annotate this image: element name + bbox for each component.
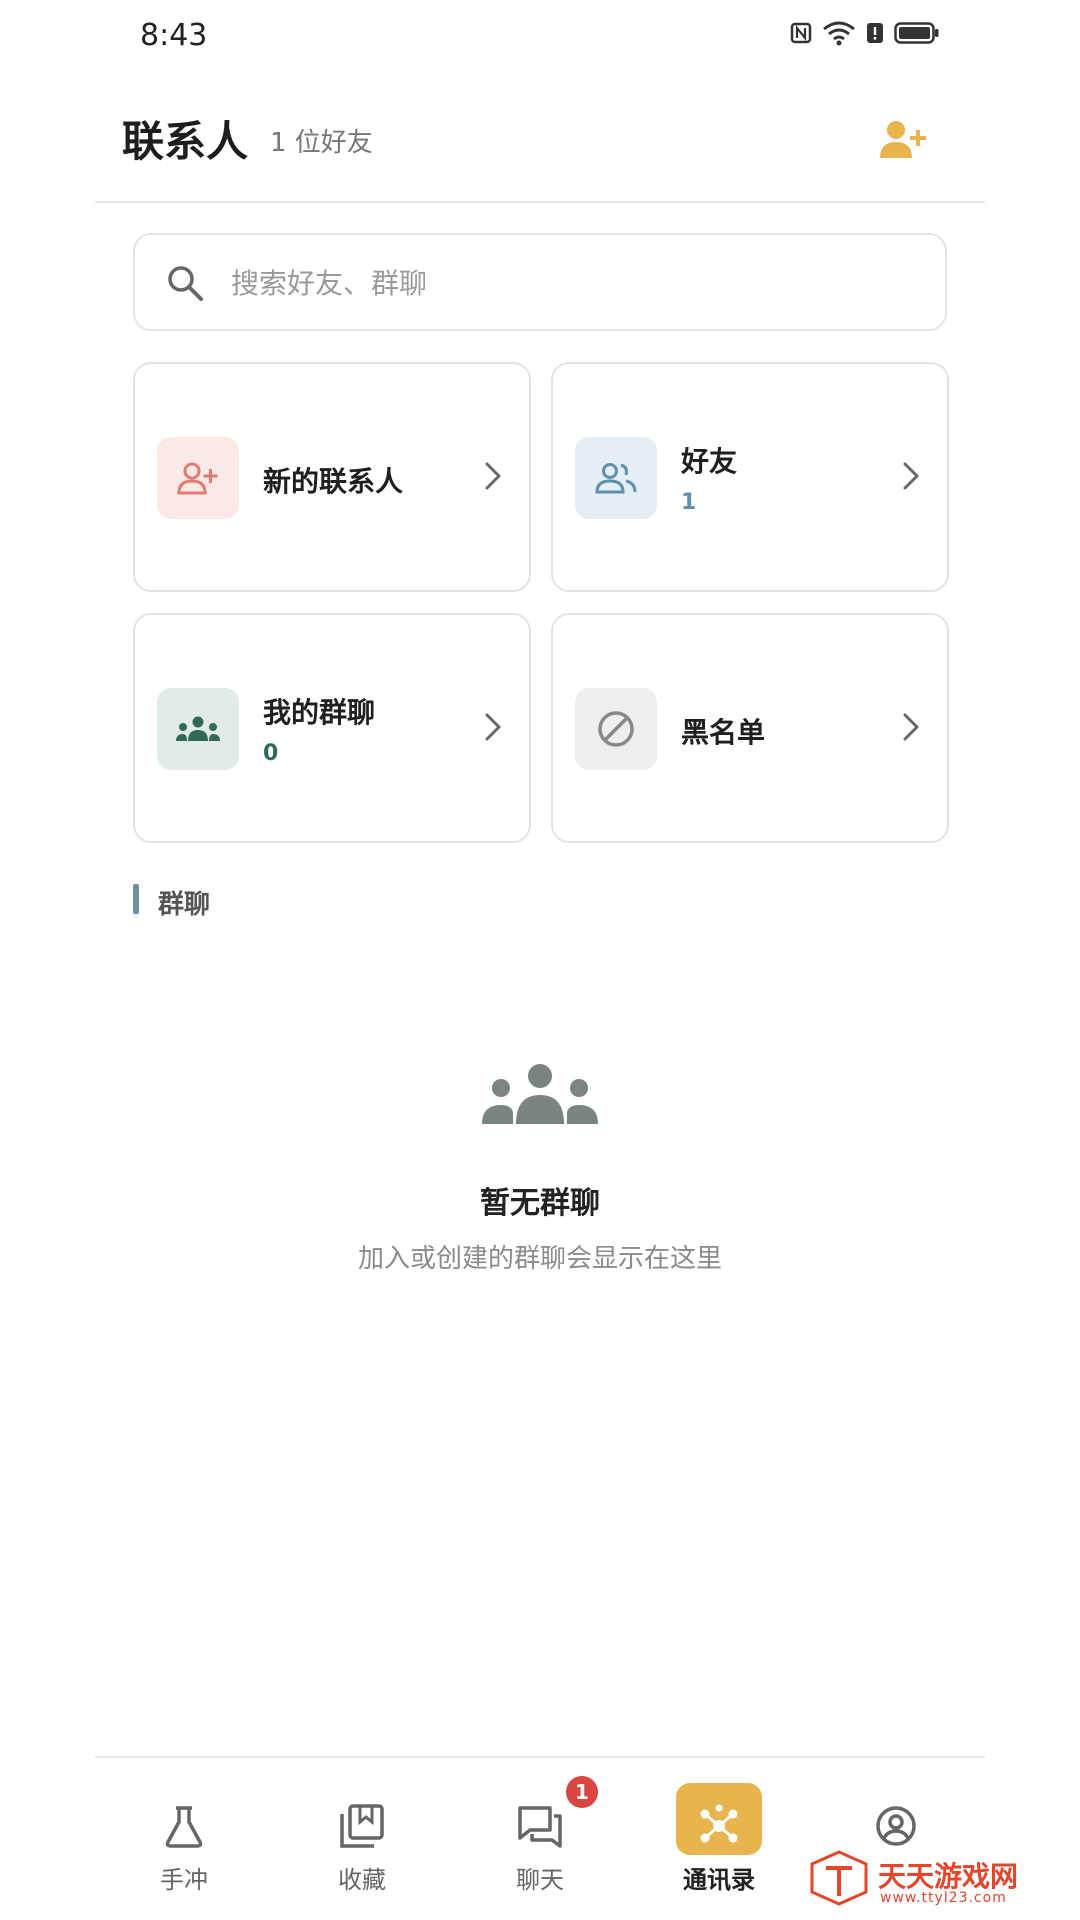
- people-icon: [595, 463, 637, 494]
- nav-label: 收藏: [338, 1866, 386, 1894]
- empty-state-title: 暂无群聊: [480, 1186, 600, 1221]
- friends-card[interactable]: 好友 1: [551, 362, 949, 592]
- bookmark-icon: [340, 1804, 384, 1848]
- page-title: 联系人: [122, 117, 249, 166]
- nav-item-pourover[interactable]: 手冲: [124, 1780, 244, 1900]
- nav-label: 手冲: [160, 1866, 208, 1894]
- person-add-icon: [177, 462, 218, 495]
- add-friend-button[interactable]: [878, 118, 930, 162]
- group-icon: [482, 1064, 598, 1124]
- status-icons: [790, 20, 940, 46]
- search-icon: [168, 266, 203, 301]
- nav-item-favorites[interactable]: 收藏: [302, 1780, 422, 1900]
- friends-label: 好友: [681, 445, 738, 478]
- friends-icon-box: [575, 437, 657, 519]
- friends-count: 1: [681, 490, 697, 515]
- my-groups-icon-box: [157, 688, 239, 770]
- block-icon: [598, 711, 634, 747]
- blacklist-label: 黑名单: [681, 716, 766, 749]
- my-groups-count: 0: [263, 741, 279, 766]
- flask-icon: [165, 1806, 203, 1848]
- blacklist-card[interactable]: 黑名单: [551, 613, 949, 843]
- profile-icon: [876, 1806, 916, 1846]
- person-add-icon: [880, 121, 926, 158]
- nav-item-contacts[interactable]: 通讯录: [659, 1780, 779, 1900]
- network-icon: [700, 1804, 738, 1843]
- search-box[interactable]: [133, 233, 947, 331]
- my-groups-label: 我的群聊: [263, 696, 376, 729]
- chevron-right-icon: [903, 713, 919, 741]
- new-contacts-card[interactable]: 新的联系人: [133, 362, 531, 592]
- chevron-right-icon: [903, 462, 919, 490]
- nav-label: 通讯录: [683, 1866, 755, 1894]
- nfc-icon: [790, 22, 812, 44]
- chat-icon: [518, 1806, 562, 1848]
- watermark-text: 天天游戏网: [878, 1860, 1019, 1893]
- search-input[interactable]: [229, 257, 913, 309]
- new-contacts-icon-box: [157, 437, 239, 519]
- section-accent-bar: [133, 884, 139, 914]
- wifi-icon: [823, 21, 855, 46]
- header-divider: [95, 201, 985, 203]
- new-contacts-label: 新的联系人: [263, 465, 404, 498]
- alert-icon: [867, 23, 883, 43]
- watermark-url: www.ttyl23.com: [880, 1890, 1007, 1906]
- watermark-logo-icon: [810, 1850, 868, 1906]
- friend-count-subtitle: 1 位好友: [270, 128, 373, 158]
- empty-state-description: 加入或创建的群聊会显示在这里: [357, 1244, 722, 1274]
- bottom-nav-divider: [95, 1756, 985, 1758]
- group-icon: [176, 716, 220, 741]
- nav-label: 聊天: [516, 1866, 564, 1894]
- chevron-right-icon: [485, 462, 501, 490]
- my-groups-card[interactable]: 我的群聊 0: [133, 613, 531, 843]
- battery-icon: [894, 22, 939, 44]
- section-title-groups: 群聊: [158, 890, 211, 920]
- unread-badge: 1: [566, 1776, 598, 1808]
- chevron-right-icon: [485, 713, 501, 741]
- status-time: 8:43: [140, 18, 208, 53]
- blacklist-icon-box: [575, 688, 657, 770]
